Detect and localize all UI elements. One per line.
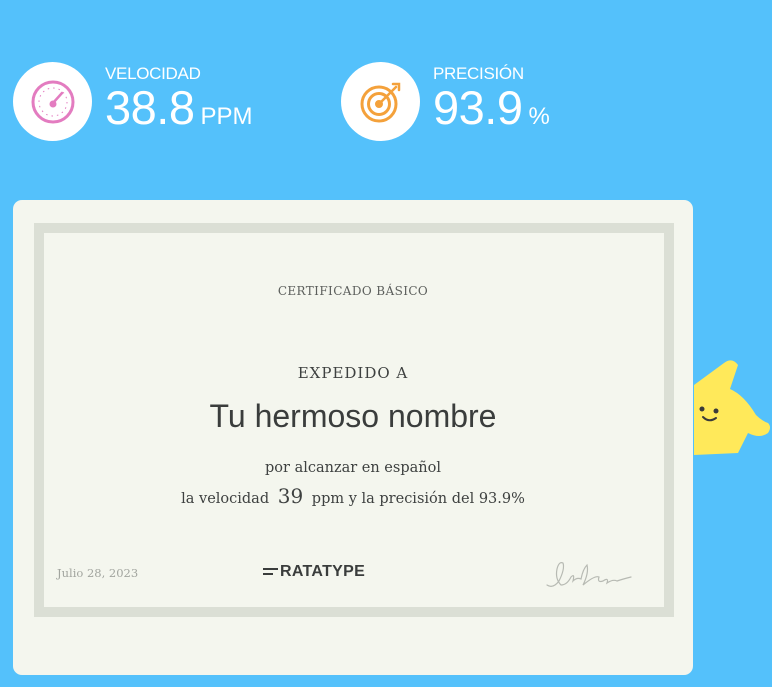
certificate-issued-to: EXPEDIDO A (297, 364, 409, 382)
target-icon (341, 62, 420, 141)
certificate-card: CERTIFICADO BÁSICO EXPEDIDO A Tu hermoso… (13, 200, 693, 675)
speed-unit: PPM (200, 103, 253, 130)
speed-stat: VELOCIDAD 38.8 PPM (13, 62, 253, 141)
logo-mark-icon (263, 567, 279, 577)
speed-value: 38.8 (105, 81, 195, 134)
mascot-icon (694, 360, 770, 455)
accuracy-unit: % (528, 103, 550, 130)
ratatype-logo: RATATYPE (263, 563, 365, 581)
logo-text: RATATYPE (280, 563, 366, 580)
accuracy-value: 93.9 (433, 81, 523, 134)
certificate-speed-prefix: la velocidad (181, 491, 270, 507)
certificate-text-line2: la velocidad 39 ppm y la precisión del 9… (13, 484, 693, 508)
certificate-title: CERTIFICADO BÁSICO (277, 284, 429, 298)
signature-icon (546, 562, 632, 587)
certificate-text-line1: por alcanzar en español (265, 460, 441, 476)
certificate-speed-value: 39 (277, 484, 304, 508)
certificate-recipient-name: Tu hermoso nombre (209, 398, 497, 434)
speedometer-icon (13, 62, 92, 141)
certificate-date: Julio 28, 2023 (57, 566, 139, 580)
certificate-accuracy-text: ppm y la precisión del 93.9% (311, 491, 525, 507)
accuracy-stat: PRECISIÓN 93.9 % (341, 62, 550, 141)
